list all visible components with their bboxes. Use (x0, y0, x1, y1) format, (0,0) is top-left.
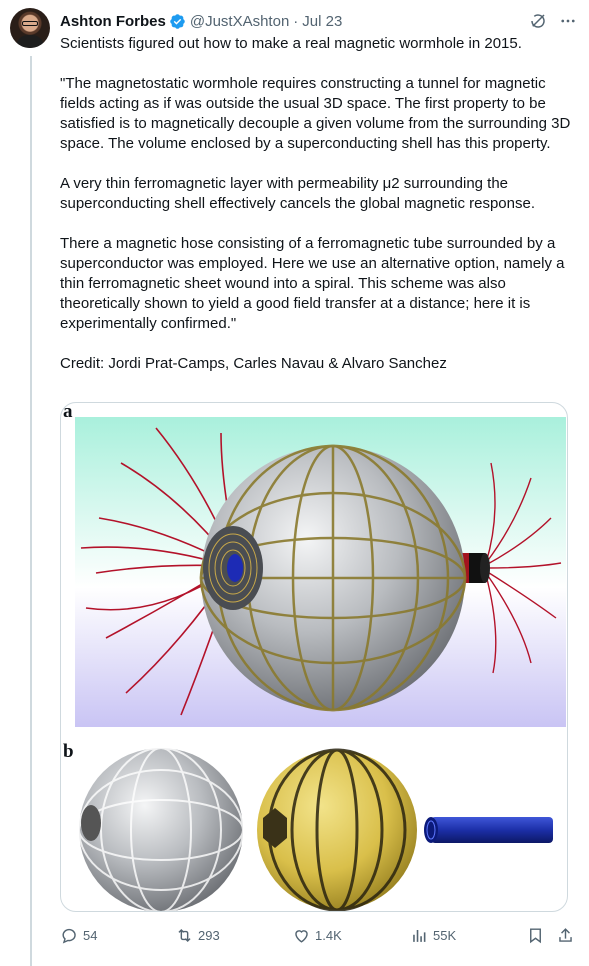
views-count: 55K (433, 928, 457, 943)
retweet-icon (178, 928, 191, 943)
views-icon (413, 929, 426, 942)
reply-count: 54 (83, 928, 98, 943)
spiral-tube (431, 817, 553, 843)
separator-dot: · (293, 12, 299, 30)
like-count: 1.4K (315, 928, 342, 943)
author-name[interactable]: Ashton Forbes (60, 13, 166, 30)
retweet-action[interactable]: 293 (175, 926, 220, 945)
like-icon (295, 930, 308, 943)
tweet-media[interactable]: a b (60, 402, 568, 912)
verified-badge-icon (170, 13, 185, 29)
grok-icon[interactable] (529, 12, 547, 30)
more-icon[interactable] (559, 12, 577, 30)
avatar-glasses (22, 21, 38, 26)
reply-action[interactable]: 54 (60, 926, 97, 945)
avatar[interactable] (10, 8, 50, 48)
tweet-header: Ashton Forbes @JustXAshton · Jul 23 (60, 10, 577, 32)
bookmark-action[interactable] (526, 926, 545, 945)
wormhole-figure (75, 417, 566, 911)
share-action[interactable] (556, 926, 575, 945)
tweet-text: Scientists figured out how to make a rea… (60, 35, 571, 372)
views-action[interactable]: 55K (410, 926, 456, 945)
bookmark-icon (530, 928, 541, 944)
avatar-shirt (16, 35, 44, 48)
tweet-date[interactable]: Jul 23 (302, 13, 342, 30)
share-icon (559, 928, 572, 942)
action-bar: 54 293 1.4K 55K (60, 926, 580, 950)
like-action[interactable]: 1.4K (292, 926, 342, 945)
grey-shell (79, 748, 243, 911)
spiral-core (227, 554, 243, 582)
retweet-count: 293 (198, 928, 220, 943)
author-handle[interactable]: @JustXAshton (190, 13, 289, 30)
thread-line (30, 56, 32, 966)
reply-icon (62, 928, 76, 944)
